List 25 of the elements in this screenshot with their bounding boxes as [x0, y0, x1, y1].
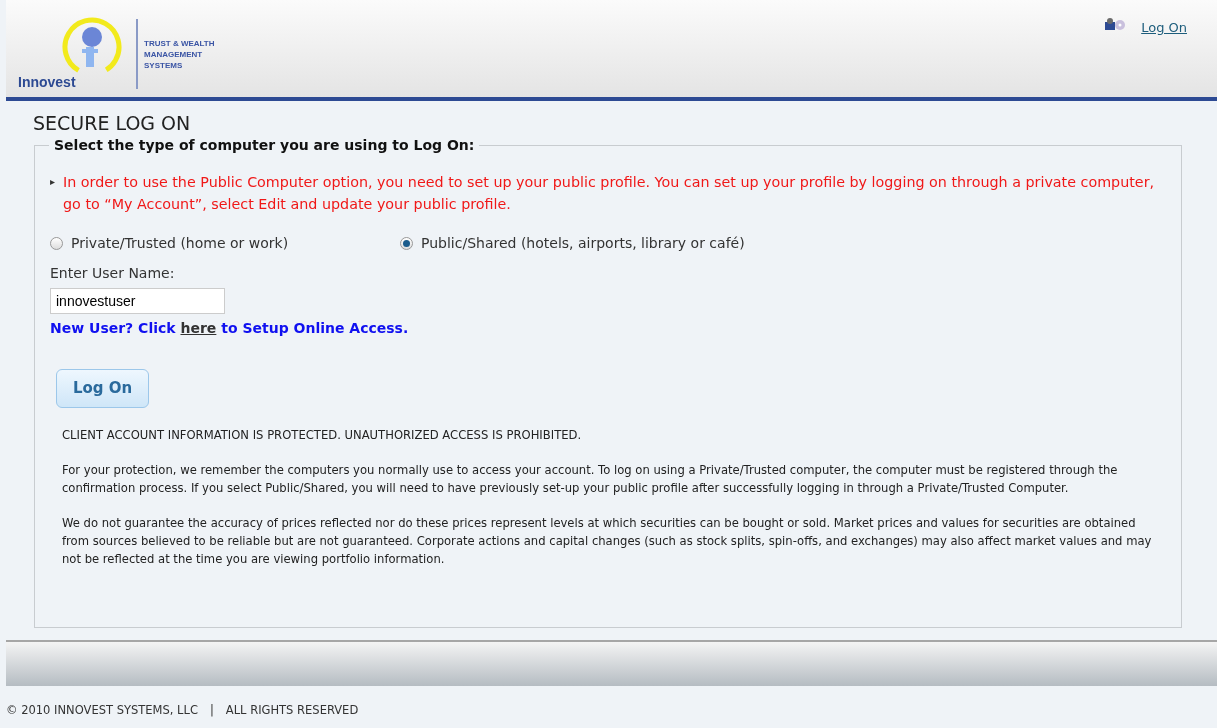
- separator-text: |: [209, 701, 214, 719]
- log-on-link[interactable]: Log On: [1141, 18, 1187, 38]
- radio-label: Private/Trusted (home or work): [71, 234, 289, 254]
- notice-marker: ▸: [50, 175, 56, 190]
- notice-text: In order to use the Public Computer option, you need to set up your public profile. You can set up your profile by logging on through a private computer, go to “My Account”, select Edit and update your public profile.: [63, 173, 1156, 215]
- page-title: SECURE LOG ON: [33, 113, 192, 134]
- radio-label: Public/Shared (hotels, airports, library or café): [421, 234, 745, 254]
- copyright-text: © 2010 INNOVEST SYSTEMS, LLC: [6, 701, 198, 719]
- log-on-button[interactable]: Log On: [56, 369, 150, 408]
- new-user-text: New User? Click here to Setup Online Access.: [50, 319, 410, 339]
- form-legend: Select the type of computer you are using to Log On:: [49, 135, 480, 156]
- user-computer-icon: [1105, 18, 1126, 30]
- username-field[interactable]: innovestuser: [50, 288, 225, 315]
- tagline-text: TRUST & WEALTH: [144, 38, 215, 49]
- disclaimer-paragraph: CLIENT ACCOUNT INFORMATION IS PROTECTED. UNAUTHORIZED ACCESS IS PROHIBITED.: [62, 427, 583, 444]
- radio-button[interactable]: [400, 237, 413, 251]
- rights-text: ALL RIGHTS RESERVED: [225, 701, 359, 719]
- here-link[interactable]: here: [180, 320, 217, 337]
- logo-name: Innovest: [18, 75, 76, 89]
- tagline-text: MANAGEMENT: [144, 49, 204, 60]
- disclaimer-paragraph: For your protection, we remember the computers you normally use to access your account. To log on using a Private/Trusted computer, the computer must be registered through the confirmation process. If you select Public/Shared, you will need to have previously set-up your public profile after successfully logging in through a Private/Trusted Computer.: [62, 462, 1119, 497]
- disclaimer-paragraph: We do not guarantee the accuracy of prices reflected nor do these prices represent levels at which securities can be bought or sold. Market prices and values for securities are obtained from sources believed to be reliable but are not guaranteed. Corporate actions and capital changes (such as stock splits, spin-offs, and exchanges) may also affect market values and may not be reflected at the time you are viewing portfolio information.: [62, 515, 1153, 568]
- radio-button[interactable]: [50, 237, 63, 251]
- username-label: Enter User Name:: [50, 264, 176, 284]
- tagline-text: SYSTEMS: [144, 60, 184, 71]
